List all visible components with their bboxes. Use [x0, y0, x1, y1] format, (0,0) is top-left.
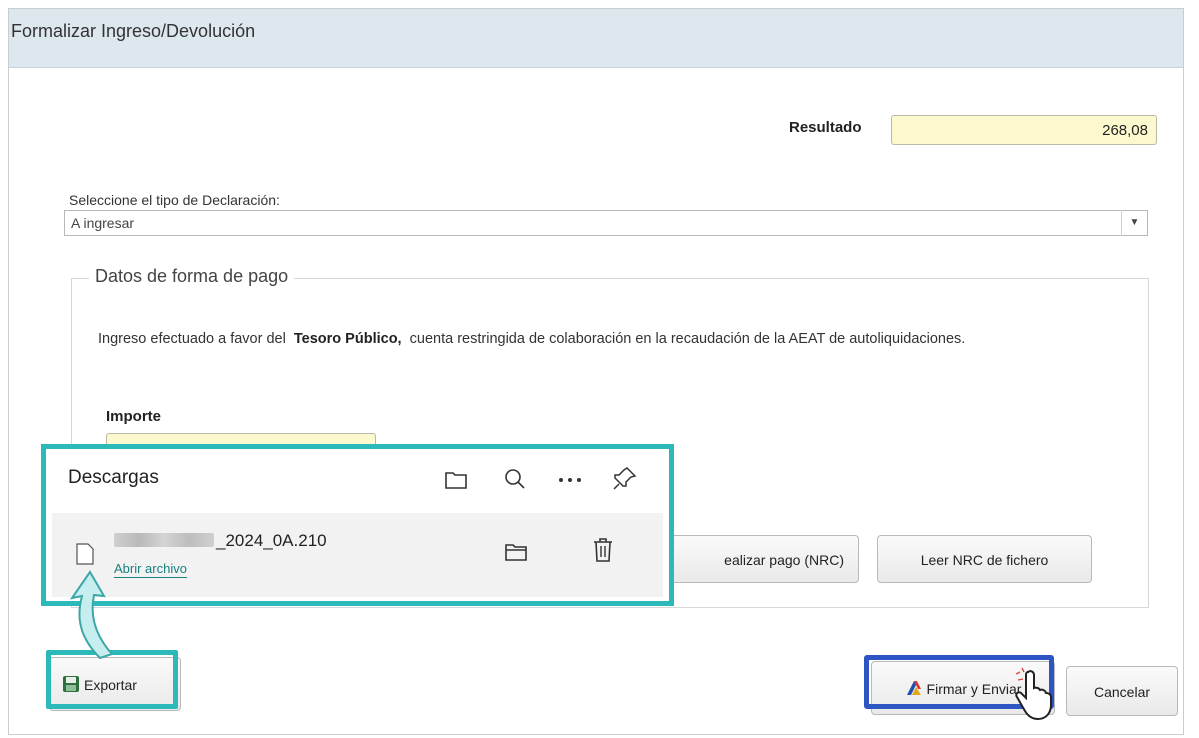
- description-suffix: cuenta restringida de colaboración en la…: [409, 331, 966, 347]
- download-item[interactable]: _2024_0A.210 Abrir archivo: [52, 513, 663, 597]
- cancelar-button[interactable]: Cancelar: [1066, 666, 1178, 716]
- delete-trash-icon[interactable]: [592, 537, 614, 563]
- pin-icon[interactable]: [612, 465, 638, 491]
- download-filename-suffix: _2024_0A.210: [216, 531, 327, 550]
- file-icon: [76, 543, 94, 565]
- downloads-panel: Descargas _2024_0A.210 Abrir archivo: [41, 444, 674, 606]
- realizar-pago-nrc-button[interactable]: ealizar pago (NRC): [649, 535, 859, 583]
- more-options-icon[interactable]: [558, 477, 582, 483]
- download-filename: _2024_0A.210: [114, 531, 327, 551]
- chevron-down-icon[interactable]: ▼: [1121, 210, 1147, 236]
- resultado-field[interactable]: 268,08: [891, 115, 1157, 145]
- mouse-pointer-icon: [1015, 667, 1052, 720]
- curved-arrow-icon: [69, 570, 114, 660]
- search-icon[interactable]: [504, 468, 526, 490]
- declaracion-label: Seleccione el tipo de Declaración:: [69, 192, 280, 208]
- importe-label: Importe: [106, 408, 162, 425]
- resultado-label: Resultado: [789, 119, 862, 136]
- forma-pago-description: Ingreso efectuado a favor del Tesoro Púb…: [98, 329, 1128, 350]
- redacted-filename-block: [114, 533, 214, 547]
- dialog: Formalizar Ingreso/Devolución Resultado …: [8, 8, 1184, 735]
- dialog-titlebar: Formalizar Ingreso/Devolución: [9, 9, 1183, 68]
- forma-pago-legend: Datos de forma de pago: [89, 266, 295, 287]
- open-folder-icon[interactable]: [504, 541, 528, 563]
- declaracion-select[interactable]: A ingresar: [64, 210, 1148, 236]
- dialog-title: Formalizar Ingreso/Devolución: [11, 21, 256, 41]
- downloads-title: Descargas: [68, 467, 159, 488]
- folder-icon[interactable]: [444, 469, 468, 491]
- leer-nrc-fichero-button[interactable]: Leer NRC de fichero: [877, 535, 1092, 583]
- description-prefix: Ingreso efectuado a favor del: [98, 331, 286, 347]
- description-bold: Tesoro Público,: [293, 331, 402, 347]
